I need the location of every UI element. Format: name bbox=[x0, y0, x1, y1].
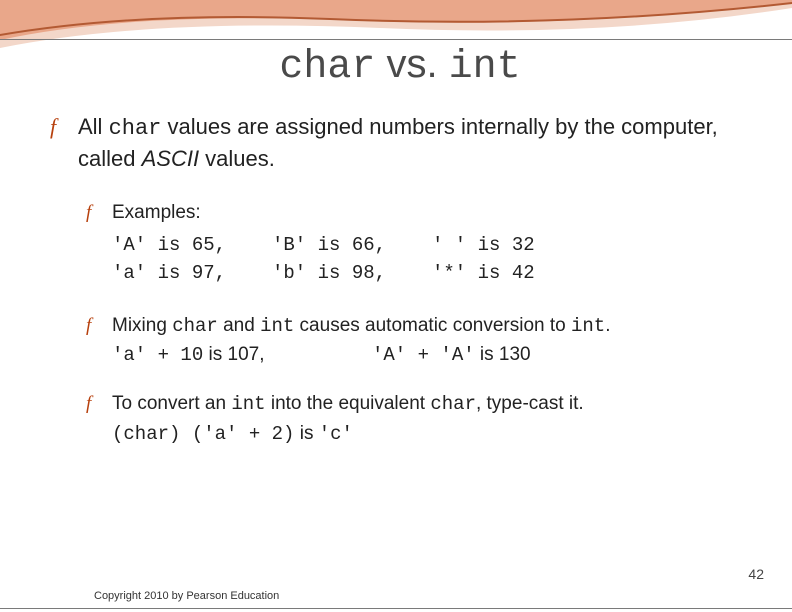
mixing-cell: 'A' + 'A' is 130 bbox=[372, 344, 632, 366]
bullet-mixing: fMixing char and int causes automatic co… bbox=[86, 312, 750, 341]
copyright-text: Copyright 2010 by Pearson Education bbox=[94, 590, 279, 602]
example-row: 'a' is 97, 'b' is 98, '*' is 42 bbox=[112, 259, 750, 288]
page-number: 42 bbox=[748, 566, 764, 582]
title-code-char: char bbox=[279, 45, 375, 90]
slide-content: char vs. int fAll char values are assign… bbox=[50, 42, 750, 445]
mixing-row: 'a' + 10 is 107, 'A' + 'A' is 130 bbox=[112, 344, 750, 366]
bullet-all: fAll char values are assigned numbers in… bbox=[50, 112, 750, 173]
title-code-int: int bbox=[449, 45, 521, 90]
example-cell: ' ' is 32 bbox=[432, 231, 592, 260]
convert-row: (char) ('a' + 2) is 'c' bbox=[112, 423, 750, 445]
bullet-glyph: f bbox=[86, 312, 108, 340]
bullet-glyph: f bbox=[86, 390, 108, 418]
mixing-cell: 'a' + 10 is 107, bbox=[112, 344, 372, 366]
bottom-divider bbox=[0, 608, 792, 609]
examples-label: Examples: bbox=[112, 202, 201, 223]
bullet-glyph: f bbox=[86, 199, 108, 227]
example-cell: 'a' is 97, bbox=[112, 259, 272, 288]
example-cell: 'A' is 65, bbox=[112, 231, 272, 260]
bullet-convert: fTo convert an int into the equivalent c… bbox=[86, 390, 750, 419]
slide-title: char vs. int bbox=[50, 42, 750, 90]
bullet-glyph: f bbox=[50, 112, 72, 142]
example-cell: 'b' is 98, bbox=[272, 259, 432, 288]
example-cell: 'B' is 66, bbox=[272, 231, 432, 260]
title-vs: vs. bbox=[375, 42, 448, 86]
example-row: 'A' is 65, 'B' is 66, ' ' is 32 bbox=[112, 231, 750, 260]
examples-table: 'A' is 65, 'B' is 66, ' ' is 32 'a' is 9… bbox=[112, 231, 750, 288]
top-divider bbox=[0, 39, 792, 40]
bullet-examples: fExamples: bbox=[86, 199, 750, 227]
example-cell: '*' is 42 bbox=[432, 259, 592, 288]
